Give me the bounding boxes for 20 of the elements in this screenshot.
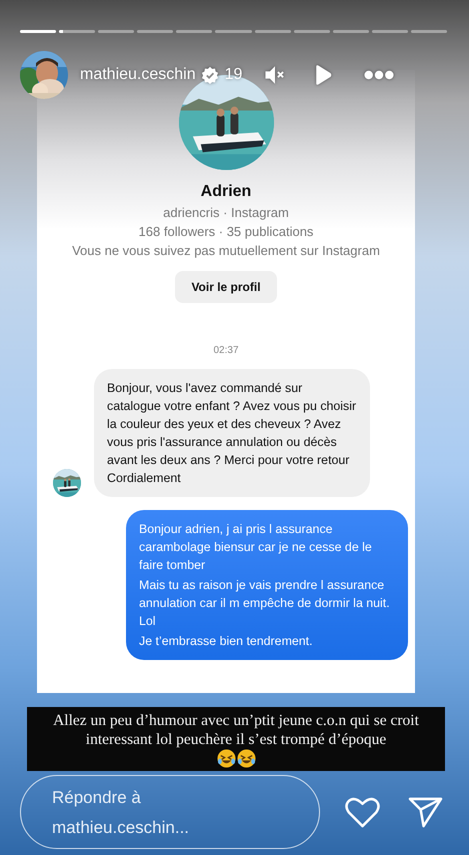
play-icon[interactable] <box>314 64 332 86</box>
contact-handle: adriencris · Instagram <box>163 205 289 220</box>
view-profile-button[interactable]: Voir le profil <box>175 271 277 303</box>
laughing-emoji-icon <box>236 749 256 768</box>
heart-icon[interactable] <box>345 796 380 828</box>
send-icon[interactable] <box>408 796 443 828</box>
message-text: Bonjour, vous l'avez commandé sur catalogue votre enfant ? Avez vous pu choisir la couleur des yeux et des cheveux ? Avez vous pris l'assurance annulation ou décès avant les deux ans ? Merci pour votre retour <box>107 380 358 469</box>
contact-stats: 168 followers · 35 publications <box>138 224 314 239</box>
message-text: Cordialement <box>107 470 182 487</box>
message-text: Je t’embrasse bien tendrement. <box>139 633 314 650</box>
contact-name: Adrien <box>200 183 252 201</box>
message-time: 02:37 <box>213 345 239 356</box>
message-text: Mais tu as raison je vais prendre l assurance annulation car il m empêche de dormir la nuit. Lol <box>139 577 391 630</box>
message-text: Bonjour adrien, j ai pris l assurance carambolage biensur car je ne cesse de le faire tomber <box>139 521 373 574</box>
more-options-icon[interactable] <box>364 70 394 80</box>
mutual-note: Vous ne vous suivez pas mutuellement sur Instagram <box>72 243 380 258</box>
reply-field[interactable]: Répondre à mathieu.ceschin... <box>20 775 320 849</box>
mute-icon[interactable] <box>264 64 286 86</box>
laughing-emoji-icon <box>216 749 236 768</box>
caption-text: Allez un peu d’humour avec un’ptit jeune c.o.n qui se croit interessant lol peuchère il s’est trompé d’époque <box>52 711 420 749</box>
